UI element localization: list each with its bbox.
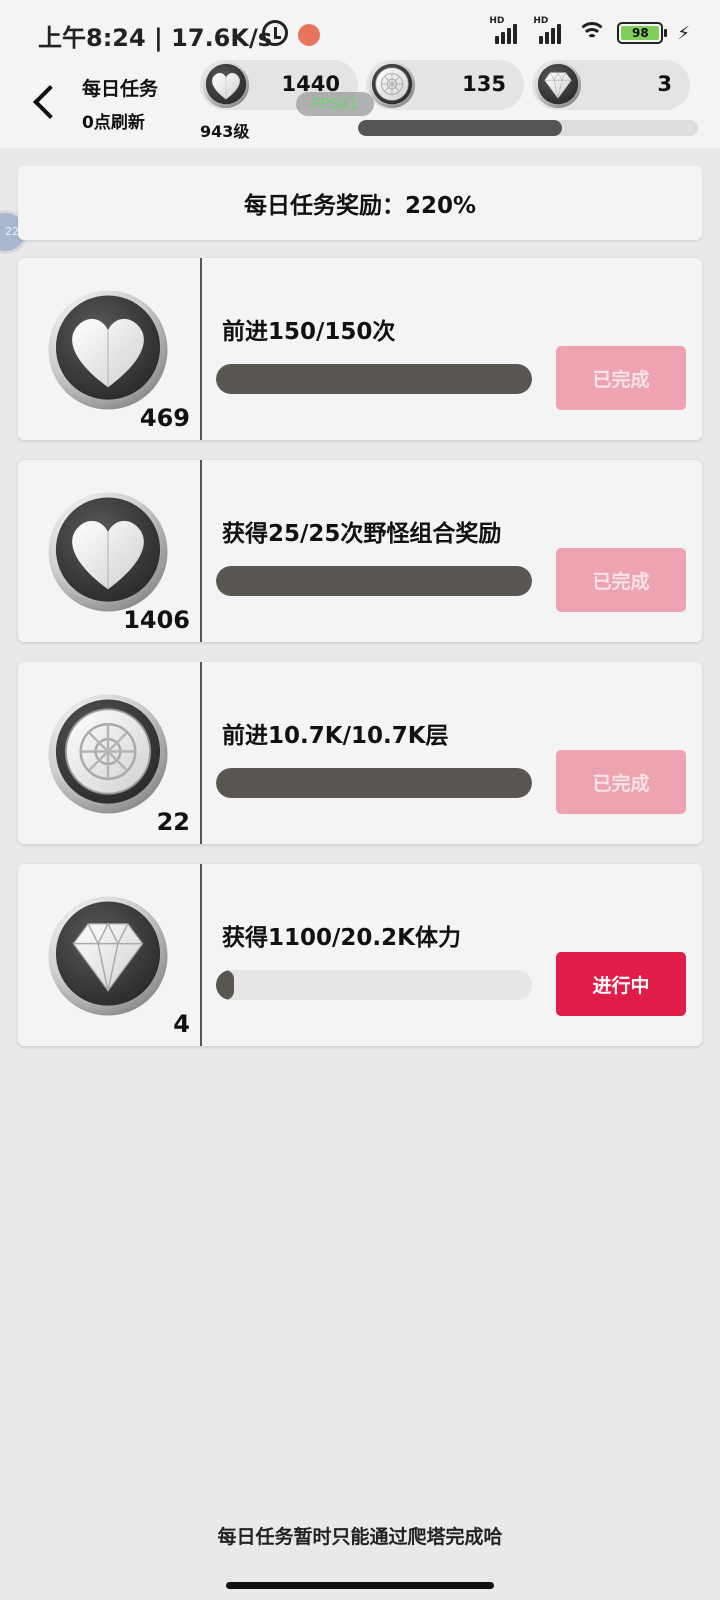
task-name: 获得25/25次野怪组合奖励 [222, 521, 502, 547]
task-status-button[interactable]: 已完成 [556, 548, 686, 612]
currency-value: 3 [657, 72, 672, 96]
task-progress-fill [216, 566, 532, 596]
alarm-icon [262, 20, 288, 46]
signal-icon: HD [533, 16, 567, 44]
battery-icon: 98 [617, 22, 668, 44]
task-progress-bar [216, 364, 532, 394]
task-name: 前进10.7K/10.7K层 [222, 723, 449, 749]
task-card: 22 前进10.7K/10.7K层 已完成 [18, 662, 702, 844]
reward-count: 4 [173, 1010, 190, 1038]
task-card: 1406 获得25/25次野怪组合奖励 已完成 [18, 460, 702, 642]
task-reward: 4 [18, 864, 202, 1046]
footer-note: 每日任务暂时只能通过爬塔完成哈 [217, 1526, 503, 1548]
task-progress-bar [216, 768, 532, 798]
status-time: 上午8:24 | 17.6K/s [38, 24, 273, 52]
heart-icon [46, 490, 170, 614]
task-status-button[interactable]: 进行中 [556, 952, 686, 1016]
task-name: 前进150/150次 [222, 319, 396, 345]
battery-level: 98 [621, 26, 660, 40]
reward-banner: 每日任务奖励：220% [18, 166, 702, 240]
signal-hd-label: HD [489, 16, 505, 26]
currency-coin[interactable]: 135 [366, 60, 524, 110]
task-progress-bar [216, 970, 532, 1000]
task-reward: 1406 [18, 460, 202, 642]
heart-icon [202, 61, 250, 109]
task-status-button[interactable]: 已完成 [556, 346, 686, 410]
task-reward: 22 [18, 662, 202, 844]
heart-icon [46, 288, 170, 412]
task-progress-fill [216, 970, 234, 1000]
charging-icon: ⚡ [677, 23, 690, 44]
coin-icon [46, 692, 170, 816]
task-progress-fill [216, 768, 532, 798]
exp-progress-bar [358, 120, 698, 136]
page-title: 每日任务 [82, 78, 159, 100]
currency-value: 135 [462, 72, 506, 96]
currency-diamond[interactable]: 3 [532, 60, 690, 110]
status-bar: 上午8:24 | 17.6K/s HD HD 98 ⚡ [0, 0, 720, 66]
player-level: 943级 [200, 122, 250, 141]
reward-count: 469 [139, 404, 190, 432]
task-card: 4 获得1100/20.2K体力 进行中 [18, 864, 702, 1046]
diamond-icon [46, 894, 170, 1018]
signal-hd-label: HD [533, 16, 549, 26]
coin-icon [368, 61, 416, 109]
refresh-hint: 0点刷新 [82, 113, 145, 133]
diamond-icon [534, 61, 582, 109]
home-indicator[interactable] [226, 1582, 494, 1589]
task-name: 获得1100/20.2K体力 [222, 925, 461, 951]
task-reward: 469 [18, 258, 202, 440]
signal-icon: HD [489, 16, 523, 44]
header: 每日任务 0点刷新 1440 135 3 943级 FPS61 [0, 60, 720, 148]
task-card: 469 前进150/150次 已完成 [18, 258, 702, 440]
exp-progress-fill [358, 120, 562, 136]
task-status-button[interactable]: 已完成 [556, 750, 686, 814]
task-progress-fill [216, 364, 532, 394]
reward-count: 22 [156, 808, 190, 836]
fps-counter: FPS61 [296, 92, 374, 116]
wifi-icon [577, 20, 608, 44]
back-button[interactable] [26, 84, 62, 120]
task-progress-bar [216, 566, 532, 596]
reward-count: 1406 [123, 606, 190, 634]
notification-icon [298, 24, 320, 46]
task-list: 469 前进150/150次 已完成 1406 获得25/25次野怪组合奖励 已… [18, 258, 702, 1066]
